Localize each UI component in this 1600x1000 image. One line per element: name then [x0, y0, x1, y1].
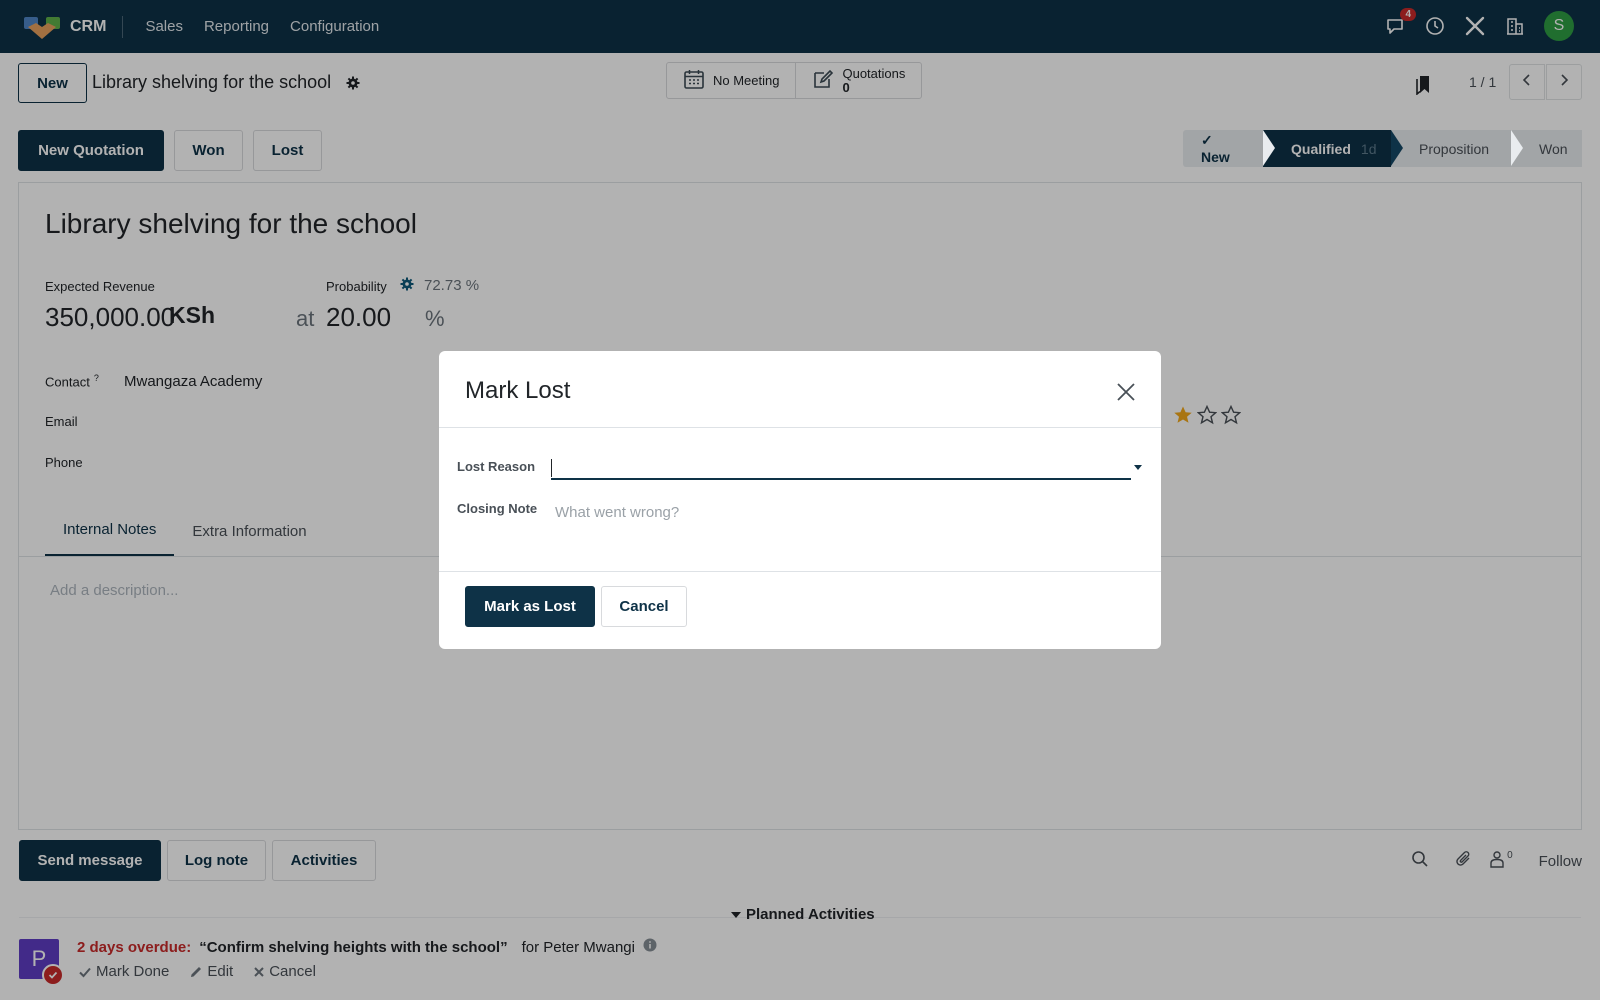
- text-caret: [551, 459, 552, 477]
- lost-reason-input[interactable]: [551, 453, 1131, 480]
- dialog-footer-divider: [439, 571, 1161, 572]
- mark-lost-dialog: Mark Lost Lost Reason Closing Note Mark …: [439, 351, 1161, 649]
- close-icon[interactable]: [1115, 381, 1137, 403]
- dropdown-caret-icon[interactable]: [1134, 465, 1142, 470]
- dialog-header-divider: [439, 427, 1161, 428]
- dialog-title: Mark Lost: [465, 377, 571, 404]
- closing-note-label: Closing Note: [457, 501, 538, 516]
- cancel-button[interactable]: Cancel: [601, 586, 687, 627]
- lost-reason-label: Lost Reason: [457, 459, 536, 474]
- mark-as-lost-button[interactable]: Mark as Lost: [465, 586, 595, 627]
- closing-note-field[interactable]: [551, 500, 1131, 550]
